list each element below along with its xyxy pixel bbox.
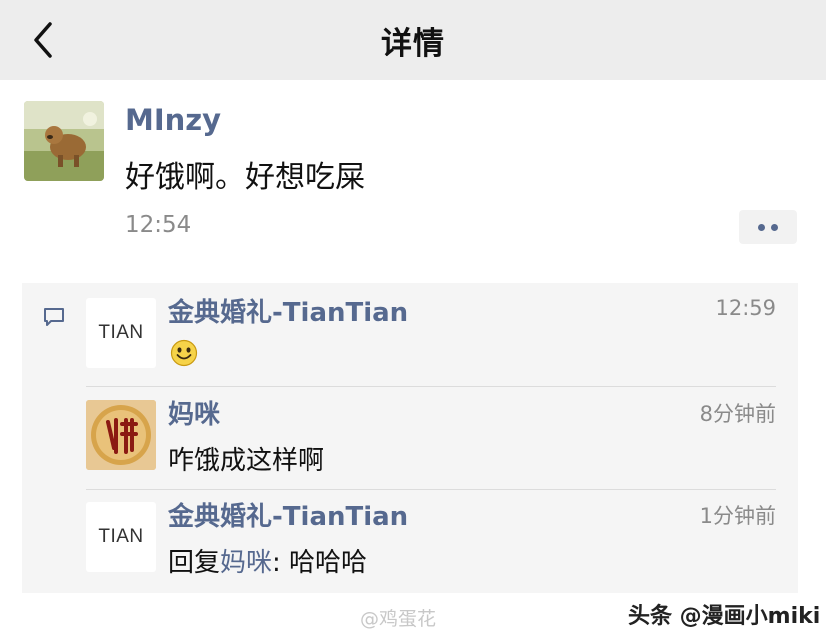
post-time: 12:54	[125, 212, 192, 238]
comment-time: 8分钟前	[699, 402, 776, 426]
commenter-avatar[interactable]: TIAN	[86, 298, 156, 368]
divider	[86, 386, 776, 387]
dog-photo-icon	[24, 101, 104, 181]
commenter-avatar[interactable]: TIAN	[86, 502, 156, 572]
watermark-toutiao: 头条 @漫画小miki	[628, 604, 821, 629]
avatar-text: TIAN	[98, 322, 144, 343]
divider	[86, 489, 776, 490]
reply-text: : 哈哈哈	[272, 548, 368, 578]
comment-item[interactable]: TIAN 金典婚礼-TianTian 12:59	[86, 296, 776, 370]
commenter-name[interactable]: 妈咪	[168, 394, 220, 431]
comment-item[interactable]: TIAN 金典婚礼-TianTian 1分钟前 回复妈咪: 哈哈哈	[86, 502, 776, 578]
commenter-avatar[interactable]	[86, 400, 156, 470]
page-title: 详情	[381, 26, 445, 62]
comment-text: 回复妈咪: 哈哈哈	[168, 542, 367, 579]
fo-character-avatar-icon	[86, 400, 156, 470]
more-dot-icon	[771, 224, 778, 231]
author-name[interactable]: MInzy	[125, 103, 221, 137]
comment-time: 12:59	[715, 296, 776, 320]
top-bar: 详情	[0, 0, 826, 80]
reply-prefix: 回复	[168, 548, 221, 578]
author-avatar[interactable]	[24, 101, 104, 181]
comment-icon	[44, 308, 64, 326]
smile-emoji-icon	[170, 339, 198, 367]
comment-item[interactable]: 妈咪 8分钟前 咋饿成这样啊	[86, 400, 776, 476]
post-text: 好饿啊。好想吃屎	[125, 160, 365, 195]
watermark-weibo: @鸡蛋花	[360, 608, 437, 630]
commenter-name[interactable]: 金典婚礼-TianTian	[168, 496, 408, 533]
comment-text: 咋饿成这样啊	[168, 446, 325, 476]
reply-mention[interactable]: 妈咪	[220, 548, 272, 578]
comment-time: 1分钟前	[699, 504, 776, 528]
more-dot-icon	[758, 224, 765, 231]
avatar-text: TIAN	[98, 526, 144, 547]
more-button[interactable]	[739, 210, 797, 244]
commenter-name[interactable]: 金典婚礼-TianTian	[168, 292, 408, 329]
